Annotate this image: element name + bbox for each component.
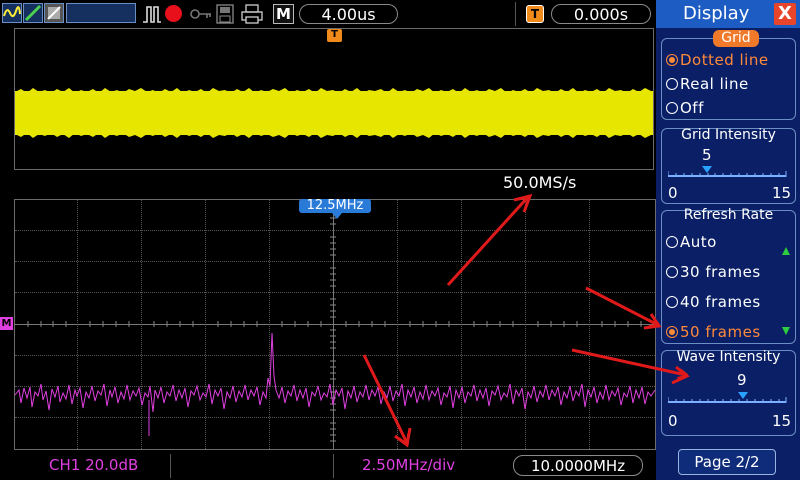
refresh-rate-panel: Refresh Rate Auto 30 frames 40 frames 50… [661,207,796,344]
save-icon[interactable] [214,3,236,29]
record-icon[interactable] [165,5,182,22]
divider [515,2,516,26]
refresh-rate-title: Refresh Rate [683,207,774,223]
option-label: Dotted line [680,51,769,69]
ch1-level-marker [643,99,653,113]
grid-panel: Grid Dotted line Real line Off [661,30,796,120]
divider [333,454,334,478]
radio-icon [666,266,678,278]
refresh-option-40[interactable]: 40 frames [666,293,761,311]
grid-intensity-min: 0 [668,184,678,202]
waveform-icon[interactable] [2,3,22,23]
divider [170,454,171,478]
wave-intensity-title: Wave Intensity [676,349,781,365]
key-icon[interactable] [190,5,212,27]
fft-window [14,199,656,450]
status-bar: CH1 20.0dB 2.50MHz/div 10.0000MHz [0,452,654,480]
pulse-icon[interactable] [142,4,162,28]
scroll-up-icon[interactable] [782,247,790,255]
fft-ref-marker[interactable]: M [0,317,13,330]
trigger-offset-readout[interactable]: 0.000s [551,4,651,24]
refresh-option-50[interactable]: 50 frames [666,323,761,341]
grid-intensity-panel[interactable]: Grid Intensity 5 0 15 [661,127,796,204]
radio-icon [666,78,678,90]
grid-option-real[interactable]: Real line [666,75,749,93]
grid-intensity-title: Grid Intensity [681,127,776,143]
grid-panel-title: Grid [713,30,759,47]
ch1-waveform-window [14,28,654,170]
wave-intensity-value: 9 [737,371,747,389]
slider-ticks [668,397,787,403]
freq-per-div-readout[interactable]: 2.50MHz/div [362,456,455,474]
mode-indicator: M [273,4,294,24]
trigger-icon: T [526,5,544,23]
fft-center-marker[interactable]: 12.5MHz [299,199,371,213]
fft-spectrum-trace [15,332,655,436]
radio-icon [666,236,678,248]
option-label: Off [680,99,704,117]
ch1-trace-noise [15,88,653,138]
status-box [66,3,136,23]
grid-intensity-value: 5 [702,146,712,164]
grid-option-off[interactable]: Off [666,99,704,117]
wave-intensity-min: 0 [668,412,678,430]
radio-icon [666,102,678,114]
grid-option-dotted[interactable]: Dotted line [666,51,769,69]
grid-intensity-max: 15 [772,184,792,202]
option-label: 30 frames [680,263,761,281]
channel-scale-readout[interactable]: CH1 20.0dB [49,456,138,474]
refresh-option-30[interactable]: 30 frames [666,263,761,281]
option-label: 50 frames [680,323,761,341]
option-label: Auto [680,233,717,251]
timebase-readout[interactable]: 4.00us [299,4,398,24]
radio-selected-icon [666,326,678,338]
radio-selected-icon [666,54,678,66]
refresh-option-auto[interactable]: Auto [666,233,717,251]
option-label: 40 frames [680,293,761,311]
scroll-down-icon[interactable] [782,327,790,335]
display-menu: Display X Grid Dotted line Real line Off… [656,0,800,480]
print-icon[interactable] [240,3,264,29]
cursor-icon[interactable] [23,3,43,23]
close-button[interactable]: X [774,3,796,25]
page-button[interactable]: Page 2/2 [678,449,776,475]
option-label: Real line [680,75,749,93]
zoom-icon[interactable] [44,3,64,23]
radio-icon [666,296,678,308]
wave-intensity-panel[interactable]: Wave Intensity 9 0 15 [661,349,796,436]
menu-title-label: Display [683,3,750,24]
top-toolbar: M 4.00us T 0.000s [0,0,654,28]
slider-ticks [668,171,787,177]
trigger-position-marker[interactable]: T [327,29,342,42]
frequency-readout[interactable]: 10.0000MHz [513,455,643,476]
wave-intensity-max: 15 [772,412,792,430]
sample-rate-label: 50.0MS/s [503,173,577,192]
fft-center-pointer [332,213,342,219]
